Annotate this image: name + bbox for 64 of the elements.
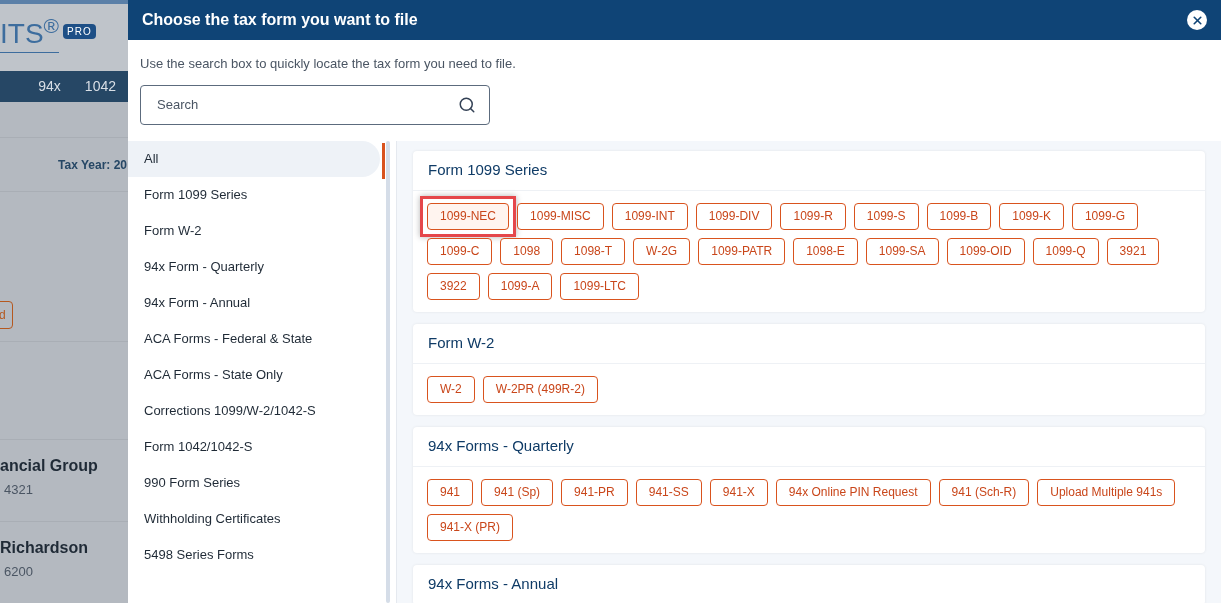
form-chip[interactable]: 1099-K: [999, 202, 1064, 230]
search-field[interactable]: Search: [140, 84, 490, 125]
category-item[interactable]: Withholding Certificates: [128, 500, 380, 537]
brand-logo: ITS$^{®}$: [0, 20, 60, 53]
company-id: 6200: [3, 562, 34, 581]
form-chip[interactable]: 1099-C: [427, 237, 493, 265]
category-item[interactable]: 990 Form Series: [128, 464, 380, 501]
section-title: Form W-2: [428, 332, 495, 353]
form-chip[interactable]: 941-SS: [635, 478, 702, 506]
tax-year-label: Tax Year: 20: [58, 156, 128, 174]
category-item[interactable]: 5498 Series Forms: [128, 536, 380, 573]
close-icon: [1190, 13, 1204, 27]
close-button[interactable]: [1187, 10, 1207, 30]
form-chip[interactable]: 1099-INT: [611, 202, 688, 230]
form-chip[interactable]: W-2G: [633, 237, 691, 265]
form-chip[interactable]: 1099-G: [1071, 202, 1138, 230]
form-chip[interactable]: 941-X (PR): [427, 513, 514, 541]
form-chip[interactable]: 3922: [427, 272, 480, 300]
form-chip[interactable]: 941: [427, 478, 474, 506]
form-chip[interactable]: 1099-R: [780, 202, 846, 230]
category-item[interactable]: ACA Forms - State Only: [128, 356, 380, 393]
form-chip[interactable]: 1098-E: [793, 237, 858, 265]
company-name: ancial Group: [0, 455, 99, 476]
category-item[interactable]: 94x Form - Annual: [128, 284, 380, 321]
section-title: Form 1099 Series: [428, 159, 548, 180]
form-chip[interactable]: 1099-SA: [865, 237, 939, 265]
category-item[interactable]: 94x Form - Quarterly: [128, 248, 380, 285]
form-chip[interactable]: 1099-LTC: [560, 272, 639, 300]
category-item[interactable]: Form 1099 Series: [128, 176, 380, 213]
form-chip[interactable]: 1098: [500, 237, 554, 265]
form-chip[interactable]: 1098-T: [561, 237, 626, 265]
form-chip[interactable]: 1099-MISC: [517, 202, 604, 230]
form-chip[interactable]: 1099-PATR: [698, 237, 786, 265]
category-item[interactable]: Form 1042/1042-S: [128, 428, 380, 465]
form-chip[interactable]: 941 (Sch-R): [938, 478, 1030, 506]
form-chip[interactable]: 3921: [1106, 237, 1160, 265]
form-chip[interactable]: 941-X: [709, 478, 768, 506]
search-icon: [458, 95, 476, 114]
category-item[interactable]: All: [128, 140, 380, 177]
section-title: 94x Forms - Quarterly: [428, 435, 574, 456]
section-title: 94x Forms - Annual: [428, 573, 559, 594]
company-id: 4321: [3, 480, 34, 499]
form-chip[interactable]: 1099-NEC: [427, 202, 510, 230]
nav-link[interactable]: 94x: [38, 75, 61, 97]
category-item[interactable]: ACA Forms - Federal & State: [128, 320, 380, 357]
form-chip[interactable]: W-2PR (499R-2): [482, 375, 598, 403]
form-chip[interactable]: W-2: [427, 375, 475, 403]
form-chip[interactable]: 941-PR: [561, 478, 628, 506]
category-item[interactable]: Corrections 1099/W-2/1042-S: [128, 392, 380, 429]
pro-badge: PRO: [63, 24, 96, 39]
form-chip[interactable]: 941 (Sp): [481, 478, 554, 506]
form-chip[interactable]: 1099-DIV: [695, 202, 773, 230]
form-chip[interactable]: 1099-A: [487, 272, 553, 300]
form-chip[interactable]: 1099-OID: [946, 237, 1025, 265]
search-hint: Use the search box to quickly locate the tax form you need to file.: [140, 55, 517, 73]
company-name: Richardson: [0, 537, 89, 558]
form-chip[interactable]: Upload Multiple 941s: [1037, 478, 1176, 506]
form-chip[interactable]: 1099-Q: [1032, 237, 1099, 265]
dialog-title: Choose the tax form you want to file: [142, 10, 418, 30]
form-chip[interactable]: 1099-S: [853, 202, 919, 230]
nav-link[interactable]: 1042: [84, 75, 116, 97]
form-chip[interactable]: 1099-B: [926, 202, 992, 230]
form-chip[interactable]: 94x Online PIN Request: [775, 478, 931, 506]
category-item[interactable]: Form W-2: [128, 212, 380, 249]
